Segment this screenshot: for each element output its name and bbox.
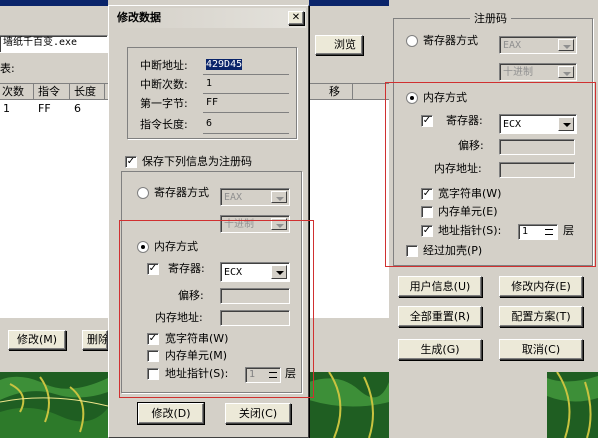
dialog-pointer-level-suffix: 层: [285, 367, 296, 380]
break-address-label: 中断地址:: [140, 59, 188, 72]
save-as-code-label[interactable]: 保存下列信息为注册码: [142, 155, 252, 169]
memory-unit-checkbox[interactable]: [421, 206, 433, 218]
delete-button[interactable]: 删除: [82, 330, 108, 350]
browse-button[interactable]: 浏览: [315, 35, 363, 55]
offset-label: 偏移:: [458, 139, 484, 152]
dialog-register-mode-label[interactable]: 寄存器方式: [154, 186, 209, 200]
break-count-field[interactable]: 1: [203, 77, 289, 93]
modify-memory-button[interactable]: 修改内存(E): [499, 276, 583, 297]
header-length[interactable]: 长度: [74, 85, 96, 99]
first-byte-label: 第一字节:: [140, 97, 188, 110]
dialog-memory-address-field[interactable]: [220, 310, 290, 326]
data-table: 次数 指令 长度 1 FF 6: [0, 83, 108, 318]
wide-string-checkbox[interactable]: ✓: [421, 188, 433, 200]
dialog-wide-string-label[interactable]: 宽字符串(W): [165, 332, 228, 346]
modify-m-button[interactable]: 修改(M): [8, 330, 66, 350]
map-image-left: [0, 372, 108, 438]
register-checkbox[interactable]: ✓: [421, 115, 433, 127]
dialog-address-pointer-checkbox[interactable]: [147, 368, 159, 380]
dialog-memory-mode-label[interactable]: 内存方式: [154, 240, 198, 254]
generate-button[interactable]: 生成(G): [398, 339, 482, 360]
dialog-offset-field[interactable]: [220, 288, 290, 304]
register-value-select[interactable]: ECX: [499, 114, 577, 134]
dialog-pointer-level-spinner[interactable]: [264, 368, 282, 382]
instruction-length-label: 指令长度:: [140, 118, 188, 131]
table-label: 表:: [0, 62, 15, 75]
register-mode-radio[interactable]: [406, 35, 418, 47]
break-count-label: 中断次数:: [140, 78, 188, 91]
packed-label[interactable]: 经过加壳(P): [423, 244, 482, 258]
dialog-register-select[interactable]: EAX: [220, 188, 290, 206]
instruction-length-field[interactable]: 6: [203, 117, 289, 133]
cell-length: 6: [74, 102, 81, 115]
filename-field[interactable]: 墙纸千百变.exe: [0, 35, 108, 53]
break-address-field[interactable]: 429D45: [203, 58, 289, 74]
table-header: 次数 指令 长度: [0, 84, 108, 100]
dialog-wide-string-checkbox[interactable]: ✓: [147, 333, 159, 345]
registration-title: 注册码: [470, 12, 511, 26]
dialog-memory-unit-label[interactable]: 内存单元(M): [165, 349, 227, 363]
config-scheme-button[interactable]: 配置方案(T): [499, 306, 583, 327]
dialog-register-checkbox-label[interactable]: 寄存器:: [168, 262, 205, 276]
dialog-memory-unit-checkbox[interactable]: [147, 350, 159, 362]
save-as-code-checkbox[interactable]: ✓: [125, 156, 137, 168]
pointer-level-spinner[interactable]: [540, 225, 558, 239]
dialog-register-mode-radio[interactable]: [137, 187, 149, 199]
memory-mode-radio[interactable]: [406, 92, 418, 104]
map-image-middle: [309, 372, 389, 438]
memory-mode-label[interactable]: 内存方式: [423, 91, 467, 105]
memory-address-label: 内存地址:: [434, 162, 482, 175]
cell-instruction: FF: [38, 102, 51, 115]
reset-all-button[interactable]: 全部重置(R): [398, 306, 482, 327]
packed-checkbox[interactable]: [406, 245, 418, 257]
wide-string-label[interactable]: 宽字符串(W): [438, 187, 501, 201]
address-pointer-label[interactable]: 地址指针(S):: [438, 224, 501, 238]
main-window-middle: 浏览 移: [309, 0, 389, 372]
dialog-title: 修改数据: [117, 11, 161, 24]
register-select[interactable]: EAX: [499, 36, 577, 54]
offset-field[interactable]: [499, 139, 575, 155]
title-strip: [0, 0, 108, 6]
address-pointer-checkbox[interactable]: ✓: [421, 225, 433, 237]
register-mode-label[interactable]: 寄存器方式: [423, 34, 478, 48]
header-offset[interactable]: 移: [329, 85, 340, 99]
dialog-memory-mode-radio[interactable]: [137, 241, 149, 253]
user-info-button[interactable]: 用户信息(U): [398, 276, 482, 297]
header-instruction[interactable]: 指令: [38, 85, 60, 99]
pointer-level-suffix: 层: [563, 224, 574, 237]
memory-unit-label[interactable]: 内存单元(E): [438, 205, 498, 219]
dialog-register-value-select[interactable]: ECX: [220, 262, 290, 282]
header-count[interactable]: 次数: [2, 85, 24, 99]
map-image-right: [547, 372, 598, 438]
dialog-address-pointer-label[interactable]: 地址指针(S):: [165, 367, 228, 381]
cancel-button[interactable]: 取消(C): [499, 339, 583, 360]
memory-address-field[interactable]: [499, 162, 575, 178]
close-icon[interactable]: ✕: [288, 11, 304, 25]
dialog-modify-button[interactable]: 修改(D): [137, 402, 205, 425]
cell-count: 1: [3, 102, 10, 115]
dialog-close-button[interactable]: 关闭(C): [225, 403, 291, 424]
register-checkbox-label[interactable]: 寄存器:: [446, 114, 483, 128]
first-byte-field[interactable]: FF: [203, 96, 289, 112]
format-select[interactable]: 十进制: [499, 63, 577, 81]
dialog-offset-label: 偏移:: [178, 289, 204, 302]
dialog-register-checkbox[interactable]: ✓: [147, 263, 159, 275]
dialog-memory-address-label: 内存地址:: [155, 311, 203, 324]
dialog-titlebar[interactable]: 修改数据 ✕: [111, 8, 306, 28]
